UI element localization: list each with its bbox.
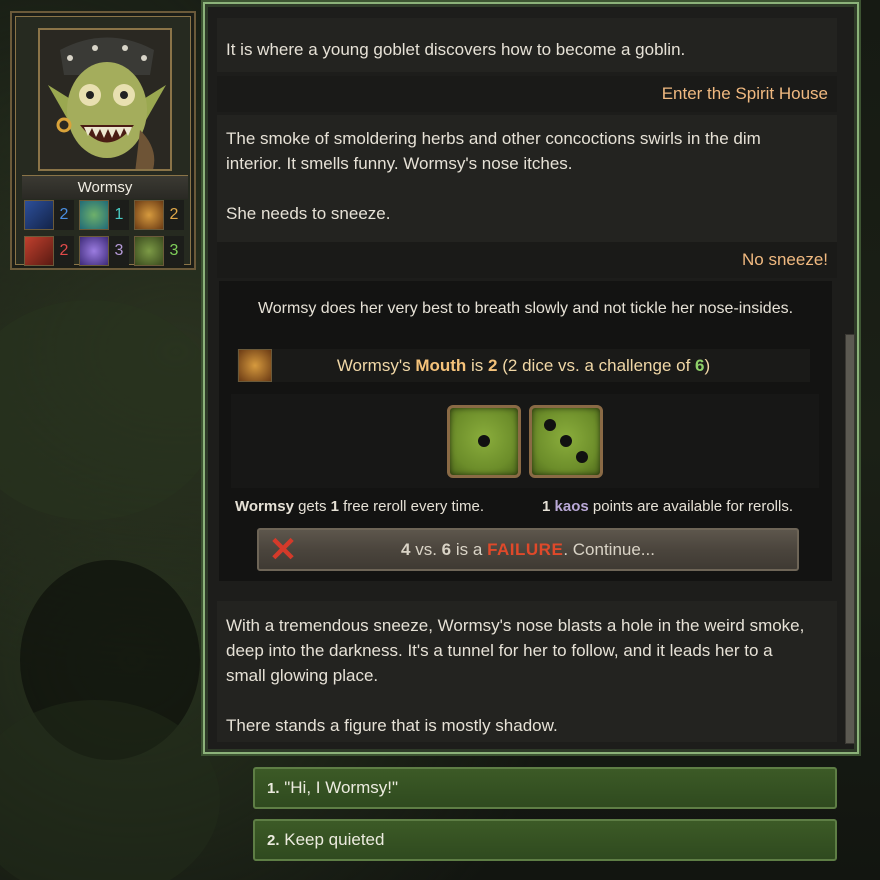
kaos-label: kaos	[554, 498, 589, 515]
check-challenge: 6	[695, 356, 705, 375]
option-label: Keep quieted	[284, 830, 385, 849]
skill-check: Wormsy does her very best to breath slow…	[219, 281, 832, 581]
check-description: Wormsy does her very best to breath slow…	[257, 300, 794, 317]
scrollbar[interactable]	[845, 334, 855, 744]
check-stat-name: Mouth	[415, 356, 467, 375]
purple-creature-icon	[79, 236, 109, 266]
chosen-option: Enter the Spirit House	[217, 76, 837, 112]
stat-value: 3	[164, 236, 184, 266]
result-continue: . Continue...	[563, 540, 655, 559]
intro-text: It is where a young goblet discovers how…	[226, 40, 686, 59]
background-foliage	[0, 300, 220, 520]
story-text: It is where a young goblet discovers how…	[217, 18, 837, 72]
die-one[interactable]	[447, 405, 521, 478]
stat-value: 3	[109, 236, 129, 266]
reroll-text: free reroll every time.	[343, 498, 485, 515]
continue-button[interactable]: ✕ 4 vs. 6 is a FAILURE. Continue...	[257, 528, 799, 571]
result-vs: vs.	[415, 540, 437, 559]
kaos-text: points are available for rerolls.	[592, 498, 793, 515]
check-summary: Wormsy's Mouth is 2 (2 dice vs. a challe…	[237, 349, 810, 382]
stat-value: 2	[54, 236, 74, 266]
option-label: "Hi, I Wormsy!"	[284, 778, 399, 797]
result-is-a: is a	[455, 540, 483, 559]
goblin-face-icon	[79, 200, 109, 230]
die-pip	[576, 451, 588, 463]
check-is: is	[471, 356, 484, 375]
die-three[interactable]	[529, 405, 603, 478]
story-line: interior. It smells funny. Wormsy's nose…	[226, 154, 573, 173]
die-pip	[544, 419, 556, 431]
story-text: With a tremendous sneeze, Wormsy's nose …	[217, 601, 837, 742]
stat-item[interactable]: 3	[79, 235, 131, 267]
check-dice-close: )	[704, 356, 711, 375]
goblin-portrait	[38, 28, 172, 171]
check-dice-text: (2 dice vs. a challenge of	[502, 356, 691, 375]
story-line: With a tremendous sneeze, Wormsy's nose …	[226, 616, 805, 635]
story-scroll-area[interactable]: It is where a young goblet discovers how…	[217, 16, 843, 742]
stat-item[interactable]: 2	[24, 235, 76, 267]
stat-value: 2	[54, 200, 74, 230]
background-foliage	[0, 700, 220, 880]
character-name: Wormsy	[22, 175, 188, 199]
reroll-name: Wormsy	[235, 498, 294, 515]
stat-value: 2	[164, 200, 184, 230]
die-pip	[560, 435, 572, 447]
mouth-icon	[134, 200, 164, 230]
kaos-info: 1 kaos points are available for rerolls.	[542, 498, 793, 515]
stat-item[interactable]: 3	[134, 235, 186, 267]
mouth-icon	[238, 349, 272, 382]
stat-item[interactable]: 2	[24, 199, 76, 231]
stat-item[interactable]: 1	[79, 199, 131, 231]
story-line: small glowing place.	[226, 666, 379, 685]
hood-goblin-icon	[24, 200, 54, 230]
result-target: 6	[441, 540, 452, 559]
reroll-count: 1	[330, 498, 339, 515]
story-panel: It is where a young goblet discovers how…	[203, 2, 859, 754]
story-text: The smoke of smoldering herbs and other …	[217, 115, 837, 247]
story-line: The smoke of smoldering herbs and other …	[226, 129, 761, 148]
result-total: 4	[401, 540, 411, 559]
reroll-gets: gets	[298, 498, 327, 515]
leafy-goblin-icon	[134, 236, 164, 266]
dialogue-option-1[interactable]: 1. "Hi, I Wormsy!"	[253, 767, 837, 809]
reroll-info: Wormsy gets 1 free reroll every time.	[235, 498, 484, 515]
muscle-goblin-icon	[24, 236, 54, 266]
story-line: She needs to sneeze.	[226, 204, 391, 223]
kaos-count: 1	[542, 498, 551, 515]
option-number: 2.	[267, 832, 280, 849]
character-card[interactable]: Wormsy 2 1 2 2 3 3	[10, 11, 196, 270]
dice-tray	[231, 394, 819, 488]
stat-item[interactable]: 2	[134, 199, 186, 231]
check-name: Wormsy's	[336, 356, 411, 375]
story-line: There stands a figure that is mostly sha…	[226, 716, 558, 735]
die-pip	[478, 435, 490, 447]
failure-x-icon: ✕	[268, 531, 298, 569]
check-stat-value: 2	[488, 356, 498, 375]
result-word: FAILURE	[487, 540, 564, 559]
stat-value: 1	[109, 200, 129, 230]
chosen-option: No sneeze!	[217, 242, 837, 278]
option-number: 1.	[267, 780, 280, 797]
dialogue-option-2[interactable]: 2. Keep quieted	[253, 819, 837, 861]
story-line: deep into the darkness. It's a tunnel fo…	[226, 641, 773, 660]
stat-grid: 2 1 2 2 3 3	[24, 199, 186, 269]
